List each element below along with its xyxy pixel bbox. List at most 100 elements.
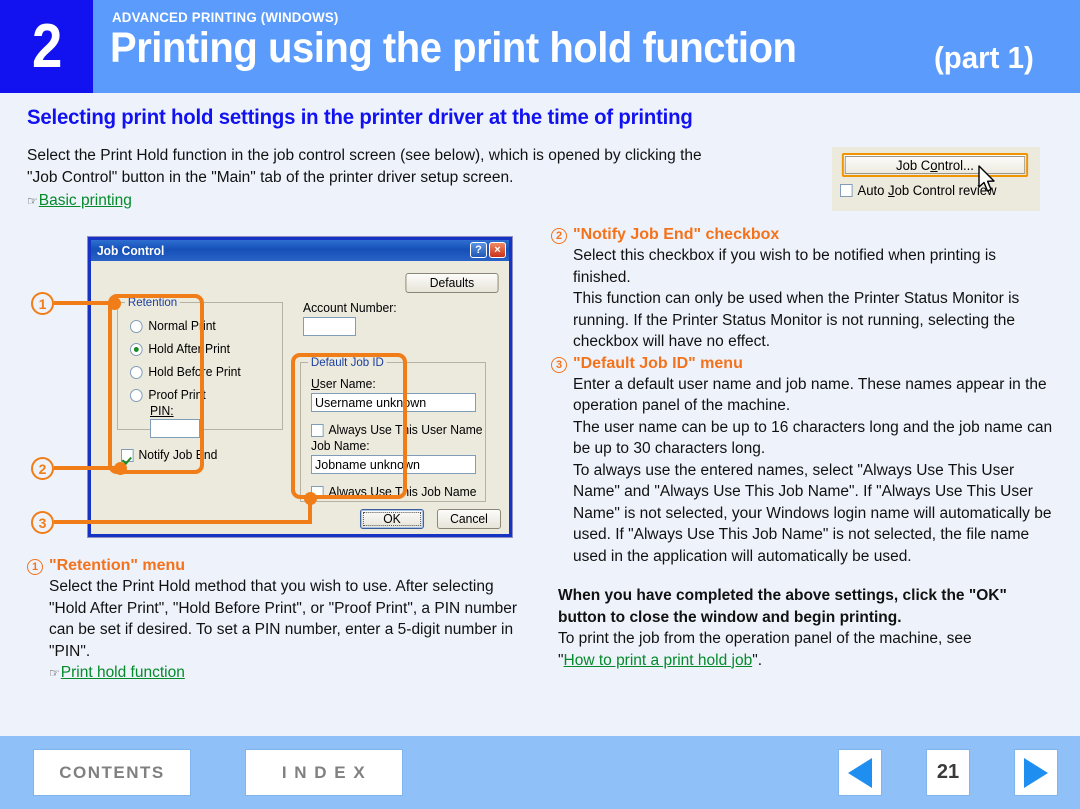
cancel-button[interactable]: Cancel <box>436 509 502 529</box>
callout-dot-2 <box>114 462 127 475</box>
header-kicker: ADVANCED PRINTING (WINDOWS) <box>112 9 339 25</box>
job-name-label: Job Name: <box>311 439 370 453</box>
note-1: 1 "Retention" menu Select the Print Hold… <box>27 557 532 685</box>
section-heading: Selecting print hold settings in the pri… <box>27 106 693 129</box>
page-root: 2 ADVANCED PRINTING (WINDOWS) Printing u… <box>0 0 1080 809</box>
callout-marker-1: 1 <box>31 292 54 315</box>
radio-label: Hold After Print <box>148 342 230 356</box>
pointing-hand-icon: ☞ <box>49 666 60 680</box>
note-1-heading-text: "Retention" menu <box>49 557 186 574</box>
next-page-button[interactable] <box>1014 749 1058 796</box>
chapter-badge: 2 <box>0 0 93 93</box>
radio-indicator[interactable] <box>130 388 143 402</box>
job-control-dialog: Job Control ? × Defaults Retention Norma… <box>88 237 512 537</box>
note-1-heading: 1 "Retention" menu <box>27 557 532 575</box>
radio-indicator[interactable] <box>130 319 143 333</box>
link-basic-printing[interactable]: Basic printing <box>39 192 132 209</box>
note-3-heading: 3 "Default Job ID" menu <box>551 355 1056 373</box>
page-header: 2 ADVANCED PRINTING (WINDOWS) Printing u… <box>0 0 1080 93</box>
note-2-number: 2 <box>551 228 567 244</box>
retention-groupbox: Retention Normal Print Hold After Print … <box>117 295 283 438</box>
notify-job-end-row[interactable]: Notify Job End <box>121 448 217 462</box>
closing-bold-text: When you have completed the above settin… <box>558 587 1007 626</box>
close-icon[interactable]: × <box>489 242 506 258</box>
previous-page-arrow-icon <box>848 757 872 788</box>
pin-input[interactable] <box>150 419 200 438</box>
job-control-button-label: Job Control... <box>896 157 974 173</box>
defaults-button[interactable]: Defaults <box>405 273 499 293</box>
always-use-user-name-row[interactable]: Always Use This User Name <box>311 423 483 437</box>
job-control-button[interactable]: Job Control... <box>841 153 1029 177</box>
intro-line-1: Select the Print Hold function in the jo… <box>27 147 702 164</box>
callout-dot-1 <box>108 297 121 310</box>
callout-line-2 <box>54 466 122 470</box>
always-use-job-name-label: Always Use This Job Name <box>328 485 477 499</box>
radio-proof-print[interactable]: Proof Print <box>130 388 206 402</box>
intro-link-row: ☞Basic printing <box>27 190 817 212</box>
always-use-job-name-row[interactable]: Always Use This Job Name <box>311 485 476 499</box>
quote-close: ". <box>752 651 763 669</box>
intro-paragraph: Select the Print Hold function in the jo… <box>27 145 817 212</box>
note-3-heading-text: "Default Job ID" menu <box>573 354 743 372</box>
user-name-input[interactable]: Username unknown <box>311 393 476 412</box>
page-part-label: (part 1) <box>934 40 1034 75</box>
note-2: 2 "Notify Job End" checkbox Select this … <box>551 226 1056 353</box>
link-how-to-print-print-hold-job[interactable]: How to print a print hold job <box>564 652 753 669</box>
radio-label: Normal Print <box>148 319 216 333</box>
always-use-user-name-checkbox[interactable] <box>311 423 324 437</box>
page-number-box: 21 <box>926 749 970 796</box>
job-name-input[interactable]: Jobname unknown <box>311 455 476 474</box>
notify-job-end-checkbox[interactable] <box>121 448 134 462</box>
note-3-number: 3 <box>551 356 567 373</box>
radio-normal-print[interactable]: Normal Print <box>130 319 216 333</box>
pointing-hand-icon: ☞ <box>27 194 38 208</box>
auto-job-control-review-row[interactable]: Auto Job Control review <box>840 183 996 198</box>
account-number-input[interactable] <box>303 317 356 336</box>
auto-job-control-review-label: Auto Job Control review <box>857 183 997 198</box>
radio-indicator[interactable] <box>130 342 143 356</box>
note-2-body: Select this checkbox if you wish to be n… <box>573 247 1020 350</box>
link-print-hold-function[interactable]: Print hold function <box>61 664 185 681</box>
previous-page-button[interactable] <box>838 749 882 796</box>
closing-note: When you have completed the above settin… <box>551 585 1056 671</box>
auto-job-control-review-checkbox[interactable] <box>840 184 853 197</box>
note-3: 3 "Default Job ID" menu Enter a default … <box>551 355 1056 568</box>
dialog-titlebar[interactable]: Job Control ? × <box>91 240 509 261</box>
mouse-cursor-icon <box>978 165 995 192</box>
contents-button[interactable]: CONTENTS <box>33 749 191 796</box>
radio-hold-after-print[interactable]: Hold After Print <box>130 342 230 356</box>
note-1-link-row: ☞Print hold function <box>27 662 532 685</box>
ok-button[interactable]: OK <box>359 509 425 529</box>
dialog-titlebar-buttons: ? × <box>470 242 506 258</box>
right-column: 2 "Notify Job End" checkbox Select this … <box>551 226 1056 671</box>
note-1-body: Select the Print Hold method that you wi… <box>49 578 518 660</box>
closing-plain-text: To print the job from the operation pane… <box>558 630 972 647</box>
retention-group-label: Retention <box>125 295 181 309</box>
radio-indicator[interactable] <box>130 365 143 379</box>
always-use-user-name-label: Always Use This User Name <box>328 423 483 437</box>
index-button[interactable]: I N D E X <box>245 749 403 796</box>
callout-dot-3 <box>304 492 317 505</box>
radio-label: Proof Print <box>148 388 206 402</box>
note-3-body: Enter a default user name and job name. … <box>573 375 1053 565</box>
callout-marker-2: 2 <box>31 457 54 480</box>
callout-line-1 <box>54 301 116 305</box>
callout-marker-3: 3 <box>31 511 54 534</box>
dialog-title: Job Control <box>97 243 165 258</box>
note-2-heading-text: "Notify Job End" checkbox <box>573 226 780 243</box>
job-control-button-cluster: Job Control... Auto Job Control review <box>832 147 1040 211</box>
intro-line-2: "Job Control" button in the "Main" tab o… <box>27 169 514 186</box>
pin-label: PIN: <box>150 404 174 418</box>
help-icon[interactable]: ? <box>470 242 487 258</box>
callout-line-3-horizontal <box>54 520 312 524</box>
notify-job-end-label: Notify Job End <box>138 448 218 462</box>
closing-link-row: "How to print a print hold job". <box>551 650 1056 672</box>
page-footer: CONTENTS I N D E X 21 <box>0 736 1080 809</box>
note-2-heading: 2 "Notify Job End" checkbox <box>551 226 1056 244</box>
user-name-label: UUser Name:ser Name: <box>311 377 376 391</box>
radio-label: Hold Before Print <box>148 365 241 379</box>
radio-hold-before-print[interactable]: Hold Before Print <box>130 365 241 379</box>
note-1-number: 1 <box>27 559 43 575</box>
next-page-arrow-icon <box>1024 757 1048 788</box>
chapter-number: 2 <box>31 11 62 81</box>
